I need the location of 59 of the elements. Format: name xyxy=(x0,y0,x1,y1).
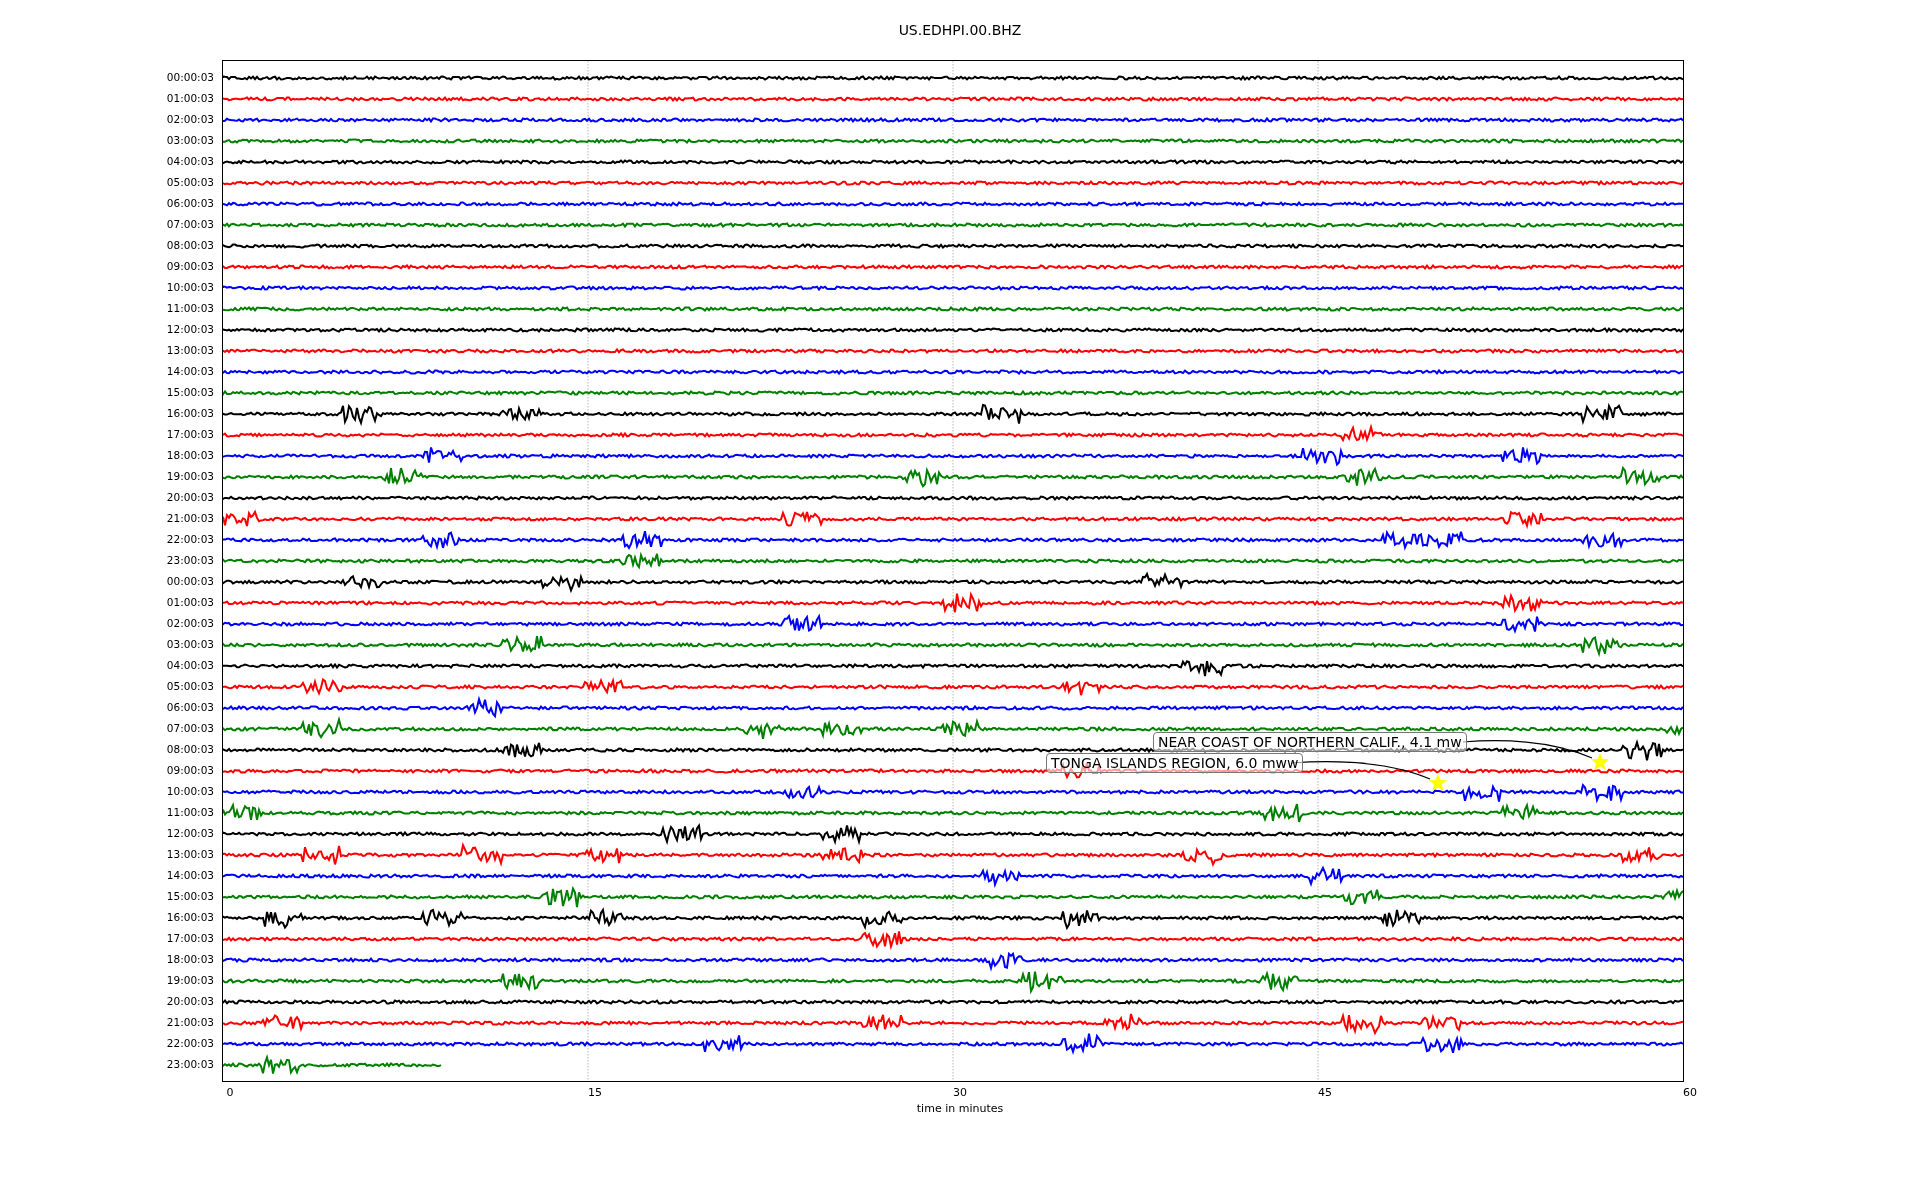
star-icon xyxy=(1591,753,1609,770)
time-label: 17:00:03 xyxy=(166,931,214,946)
x-tick-label: 60 xyxy=(1683,1086,1697,1099)
x-tick-label: 0 xyxy=(226,1086,234,1099)
time-label: 16:00:03 xyxy=(166,406,214,421)
time-label: 09:00:03 xyxy=(166,259,214,274)
star-icon xyxy=(1429,774,1447,791)
time-label: 01:00:03 xyxy=(166,91,214,106)
x-tick-label: 45 xyxy=(1318,1086,1332,1099)
time-label: 01:00:03 xyxy=(166,595,214,610)
time-label: 21:00:03 xyxy=(166,511,214,526)
time-label: 23:00:03 xyxy=(166,553,214,568)
time-label: 12:00:03 xyxy=(166,322,214,337)
plot-title: US.EDHPI.00.BHZ xyxy=(897,21,1023,38)
time-label: 08:00:03 xyxy=(166,238,214,253)
time-label: 14:00:03 xyxy=(166,364,214,379)
event-label: TONGA ISLANDS REGION, 6.0 mww xyxy=(1046,753,1304,773)
x-axis-label: time in minutes xyxy=(916,1102,1004,1115)
time-label: 07:00:03 xyxy=(166,721,214,736)
time-label: 09:00:03 xyxy=(166,763,214,778)
time-label: 06:00:03 xyxy=(166,196,214,211)
time-label: 07:00:03 xyxy=(166,217,214,232)
time-label: 05:00:03 xyxy=(166,175,214,190)
time-label: 14:00:03 xyxy=(166,868,214,883)
time-label: 00:00:03 xyxy=(166,574,214,589)
time-label: 19:00:03 xyxy=(166,973,214,988)
x-tick-label: 15 xyxy=(588,1086,602,1099)
time-label: 15:00:03 xyxy=(166,889,214,904)
time-label: 11:00:03 xyxy=(166,805,214,820)
time-label: 04:00:03 xyxy=(166,154,214,169)
time-label: 02:00:03 xyxy=(166,112,214,127)
time-label: 15:00:03 xyxy=(166,385,214,400)
time-label: 23:00:03 xyxy=(166,1057,214,1072)
time-label: 19:00:03 xyxy=(166,469,214,484)
time-label: 08:00:03 xyxy=(166,742,214,757)
time-label: 13:00:03 xyxy=(166,847,214,862)
time-label: 22:00:03 xyxy=(166,532,214,547)
time-label: 03:00:03 xyxy=(166,133,214,148)
time-label: 02:00:03 xyxy=(166,616,214,631)
time-label: 20:00:03 xyxy=(166,994,214,1009)
time-label: 20:00:03 xyxy=(166,490,214,505)
time-label: 16:00:03 xyxy=(166,910,214,925)
time-label: 10:00:03 xyxy=(166,280,214,295)
time-label: 03:00:03 xyxy=(166,637,214,652)
time-label: 18:00:03 xyxy=(166,448,214,463)
time-label: 13:00:03 xyxy=(166,343,214,358)
event-label: NEAR COAST OF NORTHERN CALIF., 4.1 mw xyxy=(1153,732,1467,752)
time-label: 06:00:03 xyxy=(166,700,214,715)
time-label: 00:00:03 xyxy=(166,70,214,85)
time-label: 21:00:03 xyxy=(166,1015,214,1030)
time-label: 12:00:03 xyxy=(166,826,214,841)
time-label: 11:00:03 xyxy=(166,301,214,316)
time-label: 17:00:03 xyxy=(166,427,214,442)
time-label: 18:00:03 xyxy=(166,952,214,967)
time-label: 04:00:03 xyxy=(166,658,214,673)
time-label: 05:00:03 xyxy=(166,679,214,694)
time-label: 22:00:03 xyxy=(166,1036,214,1051)
x-tick-label: 30 xyxy=(953,1086,967,1099)
time-label: 10:00:03 xyxy=(166,784,214,799)
